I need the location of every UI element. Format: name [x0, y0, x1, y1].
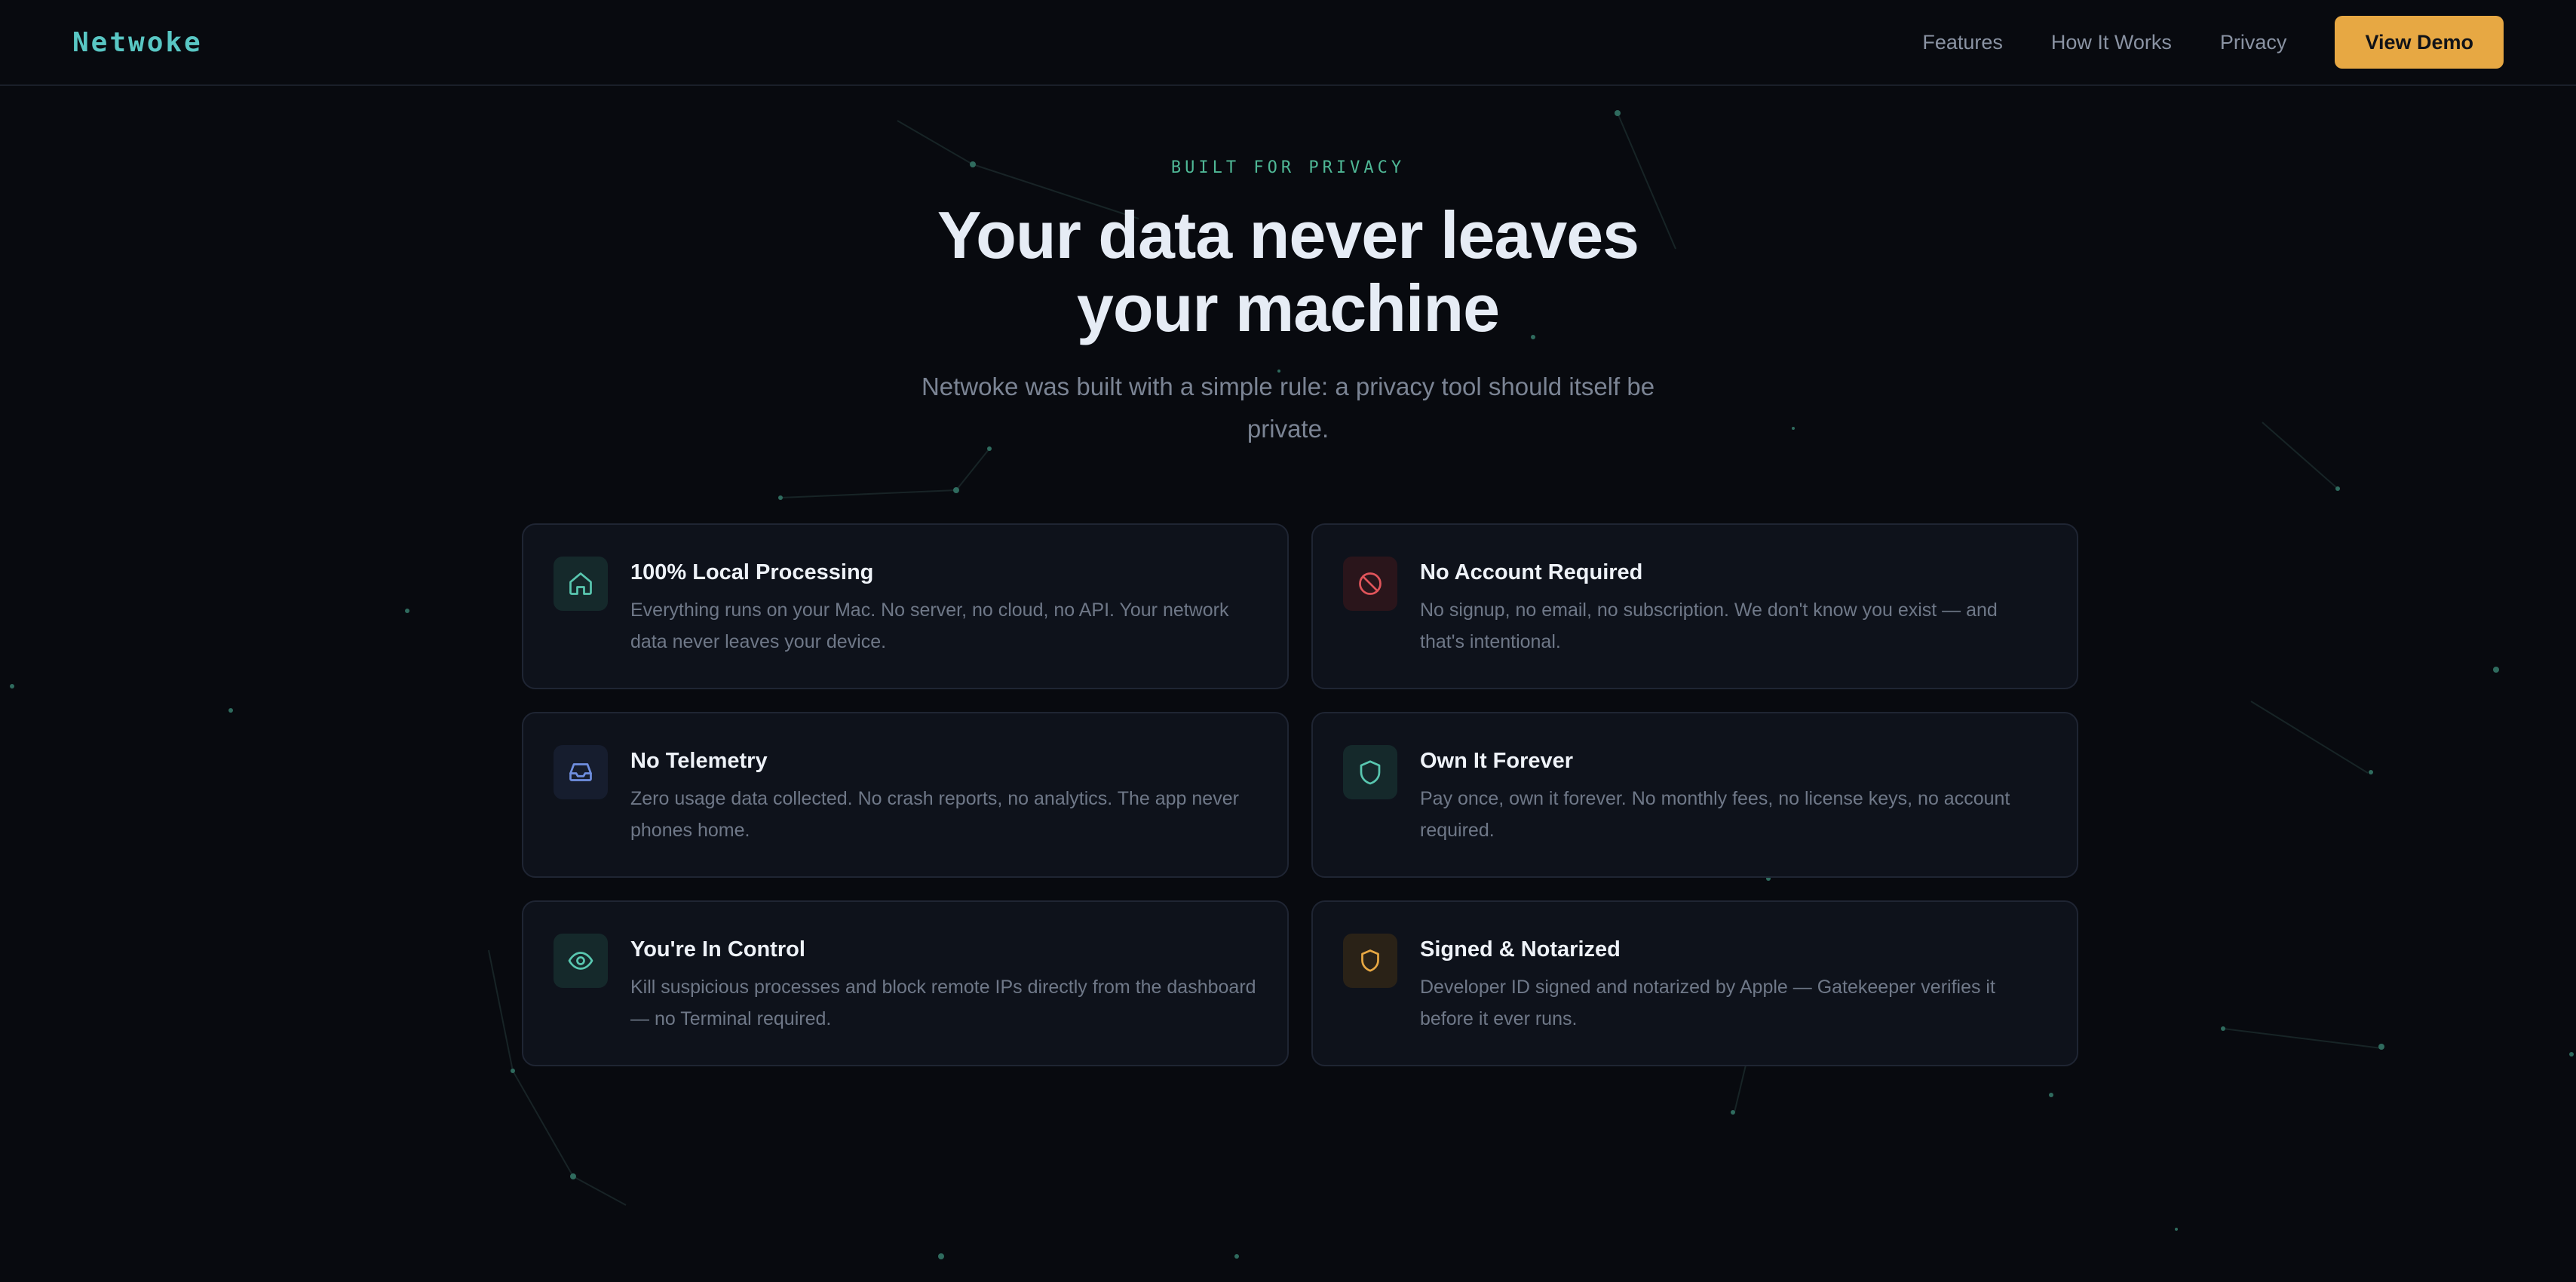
feature-card-title: Signed & Notarized: [1420, 937, 1621, 962]
feature-card-in-control: You're In Control Kill suspicious proces…: [522, 900, 1289, 1066]
nav-links: Features How It Works Privacy View Demo: [1922, 16, 2504, 69]
shield-check-icon: [1343, 934, 1397, 988]
section-eyebrow: BUILT FOR PRIVACY: [1170, 158, 1406, 177]
feature-card-description: Developer ID signed and notarized by App…: [1420, 977, 1995, 1029]
eye-icon: [554, 934, 608, 988]
feature-card-local-processing: 100% Local Processing Everything runs on…: [522, 523, 1289, 689]
page: Netwoke Features How It Works Privacy Vi…: [0, 0, 2576, 1282]
hero-title-line-2: your machine: [1076, 271, 1500, 345]
shield-icon: [1343, 745, 1397, 799]
feature-card-description: Kill suspicious processes and block remo…: [630, 977, 1256, 1029]
view-demo-button[interactable]: View Demo: [2335, 16, 2504, 69]
feature-card-title: No Telemetry: [630, 749, 768, 773]
feature-card-description: Pay once, own it forever. No monthly fee…: [1420, 788, 2010, 841]
hero-section: BUILT FOR PRIVACY Your data never leaves…: [0, 158, 2576, 450]
logo[interactable]: Netwoke: [72, 27, 203, 58]
ban-icon: [1343, 557, 1397, 611]
feature-card-description: Zero usage data collected. No crash repo…: [630, 788, 1239, 841]
nav-link-features[interactable]: Features: [1922, 31, 2003, 54]
hero-title-line-1: Your data never leaves: [937, 198, 1639, 272]
feature-card-title: No Account Required: [1420, 560, 1643, 584]
feature-card-signed-notarized: Signed & Notarized Developer ID signed a…: [1311, 900, 2078, 1066]
hero-subtitle: Netwoke was built with a simple rule: a …: [921, 373, 1655, 443]
feature-card-no-account: No Account Required No signup, no email,…: [1311, 523, 2078, 689]
home-icon: [554, 557, 608, 611]
top-navigation-bar: Netwoke Features How It Works Privacy Vi…: [0, 0, 2576, 86]
privacy-features-grid: 100% Local Processing Everything runs on…: [522, 523, 2078, 1066]
nav-link-how-it-works[interactable]: How It Works: [2051, 31, 2172, 54]
feature-card-description: Everything runs on your Mac. No server, …: [630, 600, 1229, 652]
feature-card-title: 100% Local Processing: [630, 560, 874, 584]
nav-link-privacy[interactable]: Privacy: [2220, 31, 2287, 54]
feature-card-description: No signup, no email, no subscription. We…: [1420, 600, 1998, 652]
inbox-icon: [554, 745, 608, 799]
feature-card-no-telemetry: No Telemetry Zero usage data collected. …: [522, 712, 1289, 878]
feature-card-title: You're In Control: [630, 937, 805, 962]
hero-title: Your data never leaves your machine: [873, 198, 1703, 345]
feature-card-own-forever: Own It Forever Pay once, own it forever.…: [1311, 712, 2078, 878]
feature-card-title: Own It Forever: [1420, 749, 1574, 773]
